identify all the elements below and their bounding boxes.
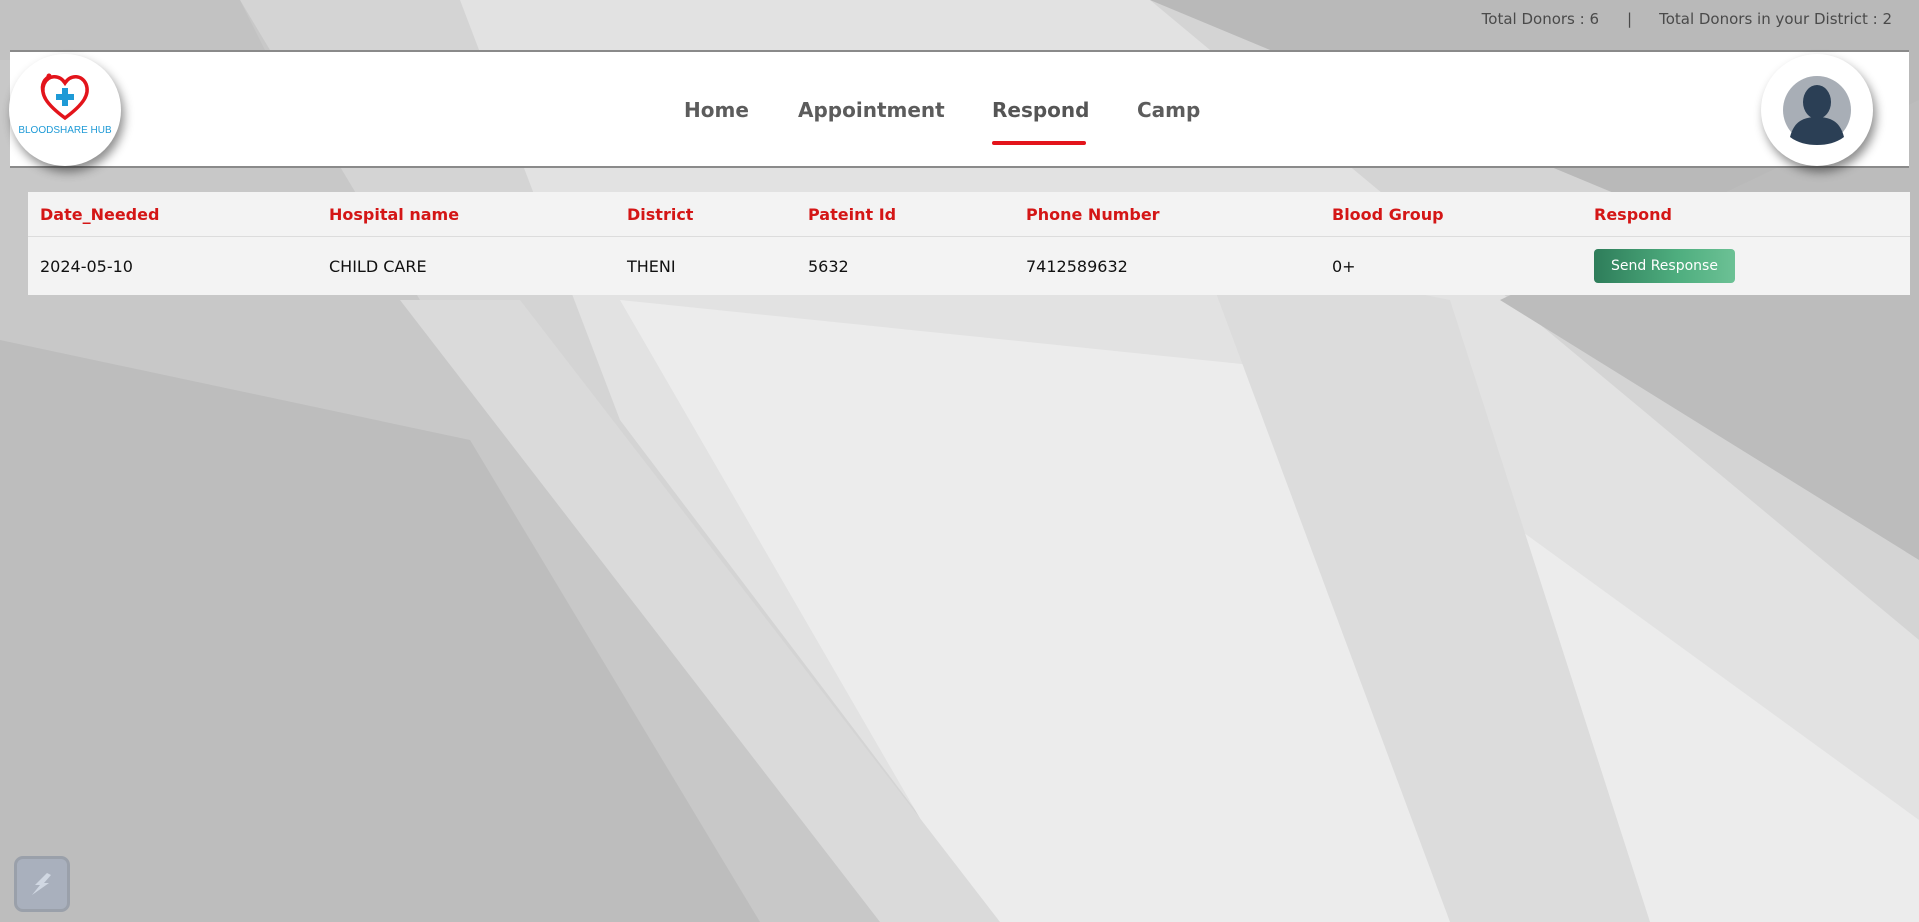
nav-active-indicator <box>992 141 1086 145</box>
floating-tool-button[interactable] <box>14 856 70 912</box>
table-row: 2024-05-10 CHILD CARE THENI 5632 7412589… <box>28 236 1910 295</box>
col-hospital-name: Hospital name <box>317 192 615 237</box>
col-blood-group: Blood Group <box>1320 192 1582 237</box>
col-patient-id: Pateint Id <box>796 192 1014 237</box>
table-header-row: Date_Needed Hospital name District Patei… <box>28 192 1910 237</box>
col-district: District <box>615 192 796 237</box>
main-navbar: BLOODSHARE HUB Home Appointment Respond … <box>9 50 1909 168</box>
heart-cross-icon <box>40 73 89 121</box>
nav-home[interactable]: Home <box>684 98 749 122</box>
cell-patient-id: 5632 <box>796 236 1014 295</box>
nav-camp[interactable]: Camp <box>1137 98 1200 122</box>
user-avatar-button[interactable] <box>1761 54 1873 166</box>
slash-tool-icon <box>32 873 51 895</box>
cell-phone-number: 7412589632 <box>1014 236 1320 295</box>
requests-table: Date_Needed Hospital name District Patei… <box>28 192 1910 295</box>
nav-appointment[interactable]: Appointment <box>798 98 945 122</box>
nav-respond[interactable]: Respond <box>992 98 1089 122</box>
cell-hospital-name: CHILD CARE <box>317 236 615 295</box>
col-phone-number: Phone Number <box>1014 192 1320 237</box>
cell-district: THENI <box>615 236 796 295</box>
brand-name: BLOODSHARE HUB <box>18 125 112 136</box>
stats-separator: | <box>1626 10 1632 28</box>
send-response-button[interactable]: Send Response <box>1594 249 1735 283</box>
district-donors-count: Total Donors in your District : 2 <box>1659 10 1892 28</box>
cell-date-needed: 2024-05-10 <box>28 236 317 295</box>
col-date-needed: Date_Needed <box>28 192 317 237</box>
col-respond: Respond <box>1582 192 1910 237</box>
brand-logo[interactable]: BLOODSHARE HUB <box>9 54 121 166</box>
user-avatar-icon <box>1783 76 1851 145</box>
cell-respond: Send Response <box>1582 236 1910 295</box>
top-stats-bar: Total Donors : 6 | Total Donors in your … <box>0 0 1919 40</box>
cell-blood-group: 0+ <box>1320 236 1582 295</box>
nav-menu: Home Appointment Respond Camp <box>10 52 1909 166</box>
total-donors-count: Total Donors : 6 <box>1481 10 1599 28</box>
